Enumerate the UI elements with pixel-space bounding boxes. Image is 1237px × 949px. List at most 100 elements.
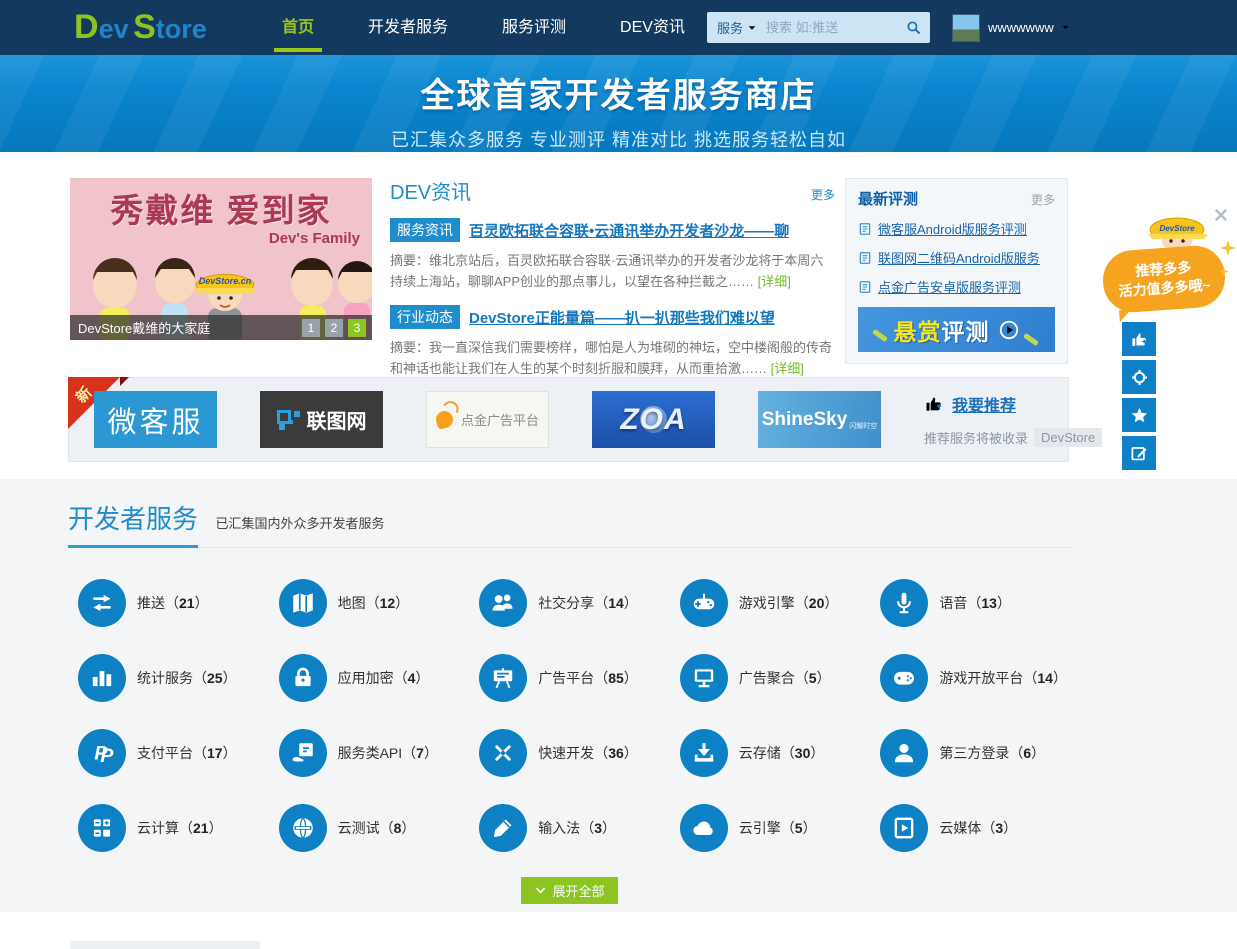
service-category[interactable]: 云媒体（3） — [870, 790, 1071, 865]
category-name: 地图 — [338, 595, 366, 611]
service-category[interactable]: 地图（12） — [269, 565, 470, 640]
close-icon[interactable] — [1212, 206, 1230, 224]
news-title-link[interactable]: DevStore正能量篇——扒一扒那些我们难以望 — [469, 307, 775, 328]
service-category[interactable]: 快速开发（36） — [469, 715, 670, 790]
partner-logo-subtext: 闪耀时空 — [849, 421, 877, 431]
search-bar: 服务 — [707, 12, 930, 43]
service-category[interactable]: 游戏引擎（20） — [670, 565, 871, 640]
chevron-down-icon — [1060, 22, 1071, 33]
review-item[interactable]: 点金广告安卓版服务评测 — [858, 277, 1055, 296]
service-category[interactable]: 支付平台（17） — [68, 715, 269, 790]
paren: ） — [624, 670, 638, 686]
page-number: 1 — [308, 321, 315, 335]
service-category-icon — [479, 579, 527, 627]
chevron-down-icon — [746, 22, 758, 34]
news-more-link[interactable]: 更多 — [811, 186, 835, 203]
search-input[interactable] — [764, 19, 896, 36]
service-category-icon — [680, 729, 728, 777]
paren: （ — [594, 745, 608, 761]
service-category[interactable]: 服务类API（7） — [269, 715, 470, 790]
search-button[interactable] — [896, 12, 930, 43]
service-category[interactable]: 社交分享（14） — [469, 565, 670, 640]
service-category-label: 语音（13） — [939, 593, 1011, 613]
nav-item[interactable]: 首页 — [255, 0, 341, 55]
category-name: 云测试 — [338, 820, 380, 836]
service-category[interactable]: 推送（21） — [68, 565, 269, 640]
partner-logo[interactable]: 微客服 — [94, 391, 217, 448]
category-count: 20 — [809, 595, 825, 611]
paren: ） — [395, 595, 409, 611]
partner-logo[interactable]: ZOA — [592, 391, 715, 448]
service-category[interactable]: 云计算（21） — [68, 790, 269, 865]
paren: ） — [817, 670, 831, 686]
carousel-page-button[interactable]: 1 — [302, 319, 320, 337]
service-category[interactable]: 统计服务（25） — [68, 640, 269, 715]
hero-banner: 全球首家开发者服务商店 已汇集众多服务 专业测评 精准对比 挑选服务轻松自如 — [0, 55, 1237, 152]
paren: ） — [415, 670, 429, 686]
nav-item[interactable]: 开发者服务 — [341, 0, 475, 55]
recommend-link[interactable]: 我要推荐 — [952, 392, 1016, 416]
partner-logo[interactable]: ShineSky 闪耀时空 — [758, 391, 881, 448]
recommend-note: 推荐服务将被收录 DevStore — [924, 428, 1102, 447]
paren: （ — [1009, 745, 1023, 761]
paren: （ — [193, 670, 207, 686]
service-category-icon — [880, 804, 928, 852]
devstore-homepage: Dev Store 首页 开发者服务服务评测DEV资讯 服务 wwwwwww 全球… — [0, 0, 1237, 949]
nav-item[interactable]: 服务评测 — [475, 0, 593, 55]
search-category-dropdown[interactable]: 服务 — [707, 18, 764, 37]
category-name: 应用加密 — [338, 670, 394, 686]
service-category-icon — [279, 729, 327, 777]
service-category[interactable]: 云存储（30） — [670, 715, 871, 790]
logo-letter: S — [133, 8, 156, 46]
user-menu[interactable]: wwwwwww — [952, 0, 1071, 55]
service-category[interactable]: 应用加密（4） — [269, 640, 470, 715]
service-category-label: 第三方登录（6） — [939, 743, 1045, 763]
service-category[interactable]: 广告聚合（5） — [670, 640, 871, 715]
news-detail-link[interactable]: [详细] — [771, 361, 804, 376]
service-category[interactable]: 云引擎（5） — [670, 790, 871, 865]
paren: ） — [810, 745, 824, 761]
service-category[interactable]: 云测试（8） — [269, 790, 470, 865]
category-count: 7 — [416, 745, 424, 761]
carousel-page-button[interactable]: 2 — [325, 319, 343, 337]
category-name: 广告平台 — [538, 670, 594, 686]
service-category[interactable]: 游戏开放平台（14） — [870, 640, 1071, 715]
nav-item-label: 首页 — [282, 19, 314, 36]
floating-tool-button[interactable] — [1122, 322, 1156, 356]
carousel[interactable]: 秀戴维 爱到家 Dev's Family DevStore.cn DevStor… — [70, 178, 372, 365]
mascot-cap-text: DevStore.cn — [199, 276, 252, 286]
service-category[interactable]: 语音（13） — [870, 565, 1071, 640]
avatar — [952, 14, 980, 42]
partner-logo[interactable]: 联图网 — [260, 391, 383, 448]
expand-all-button[interactable]: 展开全部 — [521, 877, 618, 904]
category-name: 输入法 — [538, 820, 580, 836]
floating-tool-button[interactable] — [1122, 436, 1156, 470]
service-category[interactable]: 输入法（3） — [469, 790, 670, 865]
carousel-page-button[interactable]: 3 — [348, 319, 366, 337]
search-category-label: 服务 — [717, 18, 743, 37]
devstore-logo[interactable]: Dev Store — [74, 8, 207, 47]
news-detail-link[interactable]: [详细] — [758, 274, 791, 289]
nav-item[interactable]: DEV资讯 — [593, 0, 712, 55]
floating-tool-button[interactable] — [1122, 398, 1156, 432]
service-category-label: 广告聚合（5） — [739, 668, 831, 688]
floating-tool-button[interactable] — [1122, 360, 1156, 394]
service-category[interactable]: 广告平台（85） — [469, 640, 670, 715]
review-item[interactable]: 微客服Android版服务评测 — [858, 219, 1055, 238]
category-count: 13 — [981, 595, 997, 611]
partner-strip: 新 微客服 联图网 点金广告平台 — [68, 377, 1069, 462]
reviews-more-link[interactable]: 更多 — [1031, 191, 1055, 208]
services-grid: 推送（21） 地图（12） 社交分享（14） 游戏引擎（20） — [68, 565, 1071, 865]
service-category-label: 云存储（30） — [739, 743, 825, 763]
banner-subtitle: 已汇集众多服务 专业测评 精准对比 挑选服务轻松自如 — [0, 126, 1237, 152]
partner-logo[interactable]: 点金广告平台 — [426, 391, 549, 448]
bounty-review-banner[interactable]: 悬赏 评测 — [858, 307, 1055, 352]
carousel-slide-image: 秀戴维 爱到家 Dev's Family DevStore.cn DevStor… — [70, 178, 372, 340]
paren: （ — [165, 595, 179, 611]
service-category[interactable]: 第三方登录（6） — [870, 715, 1071, 790]
review-item[interactable]: 联图网二维码Android版服务 — [858, 248, 1055, 267]
service-category-icon — [78, 729, 126, 777]
category-name: 统计服务 — [137, 670, 193, 686]
paren: ） — [624, 745, 638, 761]
news-title-link[interactable]: 百灵欧拓联合容联•云通讯举办开发者沙龙——聊 — [469, 220, 789, 241]
